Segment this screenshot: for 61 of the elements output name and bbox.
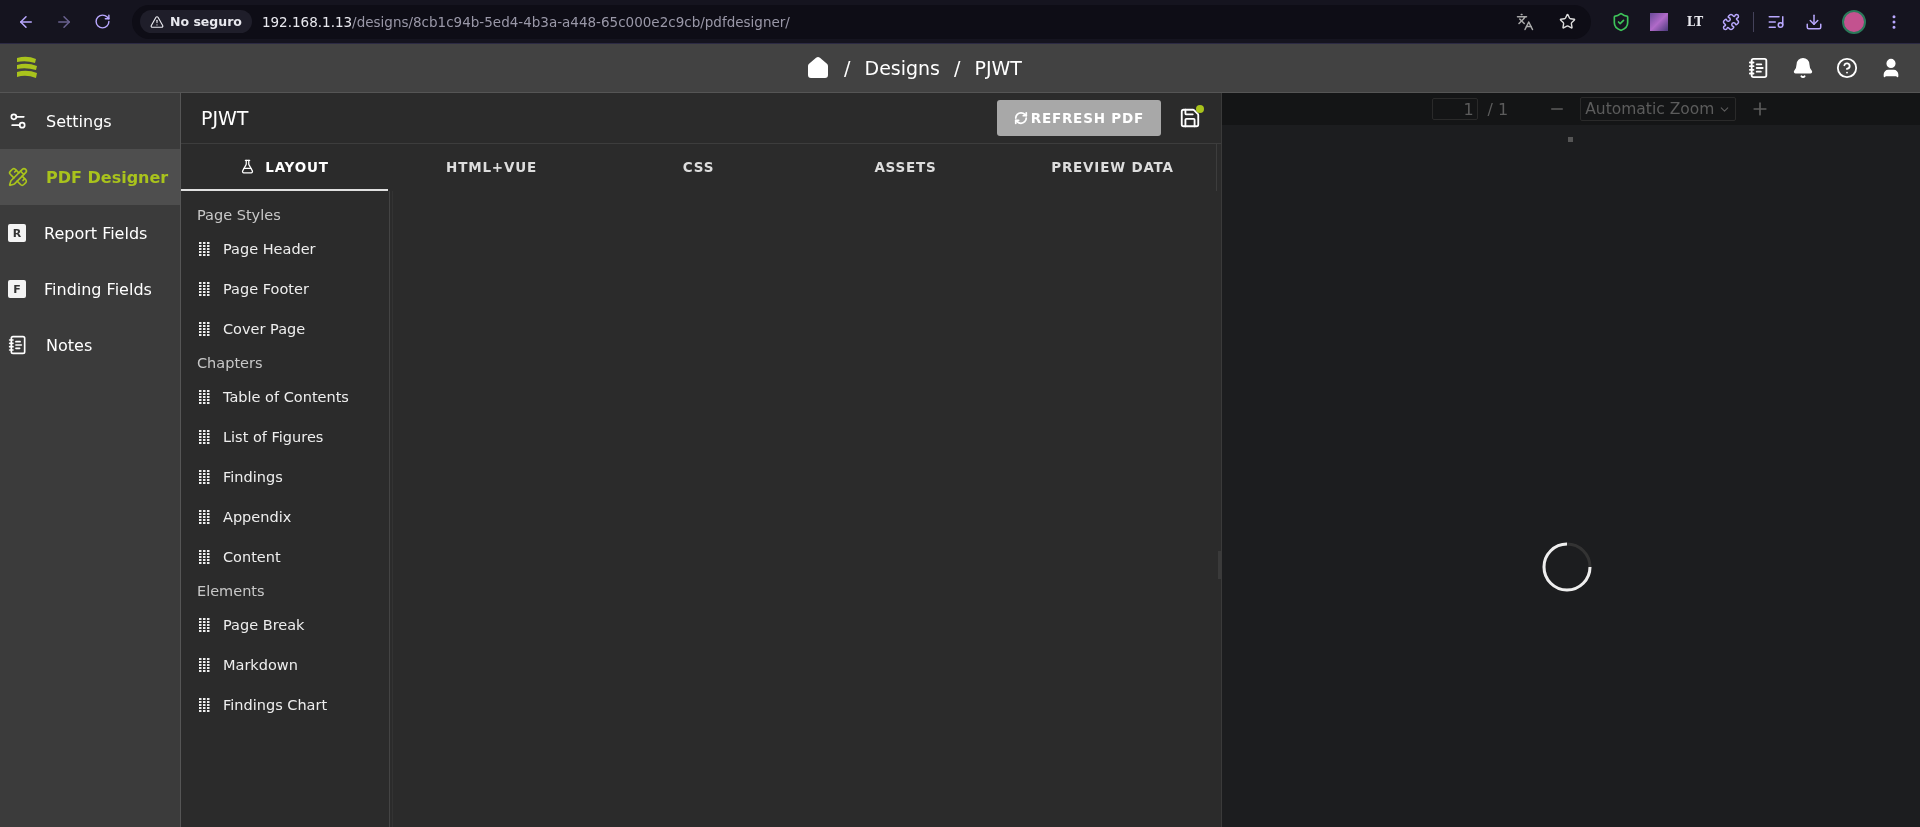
tab[interactable]: PREVIEW DATA — [1009, 144, 1216, 191]
drag-handle-icon[interactable] — [199, 390, 210, 404]
drag-handle-icon[interactable] — [199, 242, 210, 256]
extension-button[interactable]: LT — [1681, 14, 1709, 29]
tab[interactable]: CSS — [595, 144, 802, 191]
section-title: Page Styles — [196, 206, 282, 225]
layout-item[interactable]: Table of Contents — [223, 389, 349, 405]
nav-item[interactable]: Notes — [0, 317, 180, 373]
design-title: PJWT — [201, 107, 250, 129]
tab[interactable]: ASSETS — [802, 144, 1009, 191]
blurred-extension-icon[interactable] — [1650, 12, 1668, 31]
breadcrumb-current: PJWT — [974, 57, 1022, 79]
layout-item[interactable]: Content — [223, 549, 281, 565]
layout-item[interactable]: Cover Page — [223, 321, 306, 337]
drag-handle-icon[interactable] — [199, 510, 210, 524]
breadcrumb-separator: / — [844, 57, 851, 79]
nav-item[interactable]: F Finding Fields — [0, 261, 180, 317]
security-chip[interactable]: No seguro — [140, 10, 252, 33]
address-bar[interactable]: No seguro 192.168.1.13/designs/8cb1c94b-5ed4-4b3a-a448-65c000e2c9cb/pdfdesigner/ — [132, 4, 1591, 39]
refresh-icon — [1013, 111, 1028, 125]
pencil-ruler-icon — [8, 167, 28, 187]
drag-handle-icon[interactable] — [199, 658, 210, 672]
drag-handle-icon[interactable] — [199, 430, 210, 444]
drag-handle-icon[interactable] — [199, 322, 210, 336]
layout-item[interactable]: Appendix — [223, 509, 292, 525]
drag-handle-icon[interactable] — [199, 550, 210, 564]
section-title: Chapters — [196, 354, 264, 373]
url-text: 192.168.1.13/designs/8cb1c94b-5ed4-4b3a-a448-65c000e2c9cb/pdfdesigner/ — [261, 13, 791, 30]
breadcrumb-separator: / — [954, 57, 961, 79]
unsaved-dot — [1196, 105, 1204, 113]
breadcrumb-link[interactable]: Designs — [864, 57, 940, 79]
layout-item[interactable]: Findings — [223, 469, 283, 485]
drag-handle-icon[interactable] — [199, 698, 210, 712]
page-total: / 1 — [1487, 99, 1509, 119]
layout-item[interactable]: List of Figures — [223, 429, 324, 445]
warning-icon — [150, 14, 164, 29]
layout-item[interactable]: Page Footer — [223, 281, 309, 297]
help-icon[interactable] — [1836, 57, 1858, 79]
notebook-icon[interactable] — [1748, 57, 1770, 79]
nav-item[interactable]: R Report Fields — [0, 205, 180, 261]
home-icon[interactable] — [806, 56, 831, 80]
bell-icon[interactable] — [1792, 57, 1814, 79]
flask-icon — [240, 159, 256, 174]
page-marker — [1568, 137, 1573, 142]
layout-item[interactable]: Page Header — [223, 241, 316, 257]
drag-handle-icon[interactable] — [199, 470, 210, 484]
letter-icon: F — [8, 280, 26, 298]
drag-handle-icon[interactable] — [199, 618, 210, 632]
letter-icon: R — [8, 224, 26, 242]
drag-handle-icon[interactable] — [199, 282, 210, 296]
logo-icon[interactable] — [14, 56, 40, 80]
notebook-icon — [8, 335, 28, 355]
nav-item[interactable]: PDF Designer — [0, 149, 180, 205]
tab[interactable]: HTML+VUE — [388, 144, 595, 191]
nav-item[interactable]: Settings — [0, 93, 180, 149]
section-title: Elements — [196, 582, 266, 601]
layout-item[interactable]: Markdown — [223, 657, 298, 673]
tab[interactable]: LAYOUT — [181, 144, 388, 191]
profile-avatar[interactable] — [1842, 9, 1866, 34]
layout-item[interactable]: Findings Chart — [223, 697, 328, 713]
layout-item[interactable]: Page Break — [223, 617, 305, 633]
